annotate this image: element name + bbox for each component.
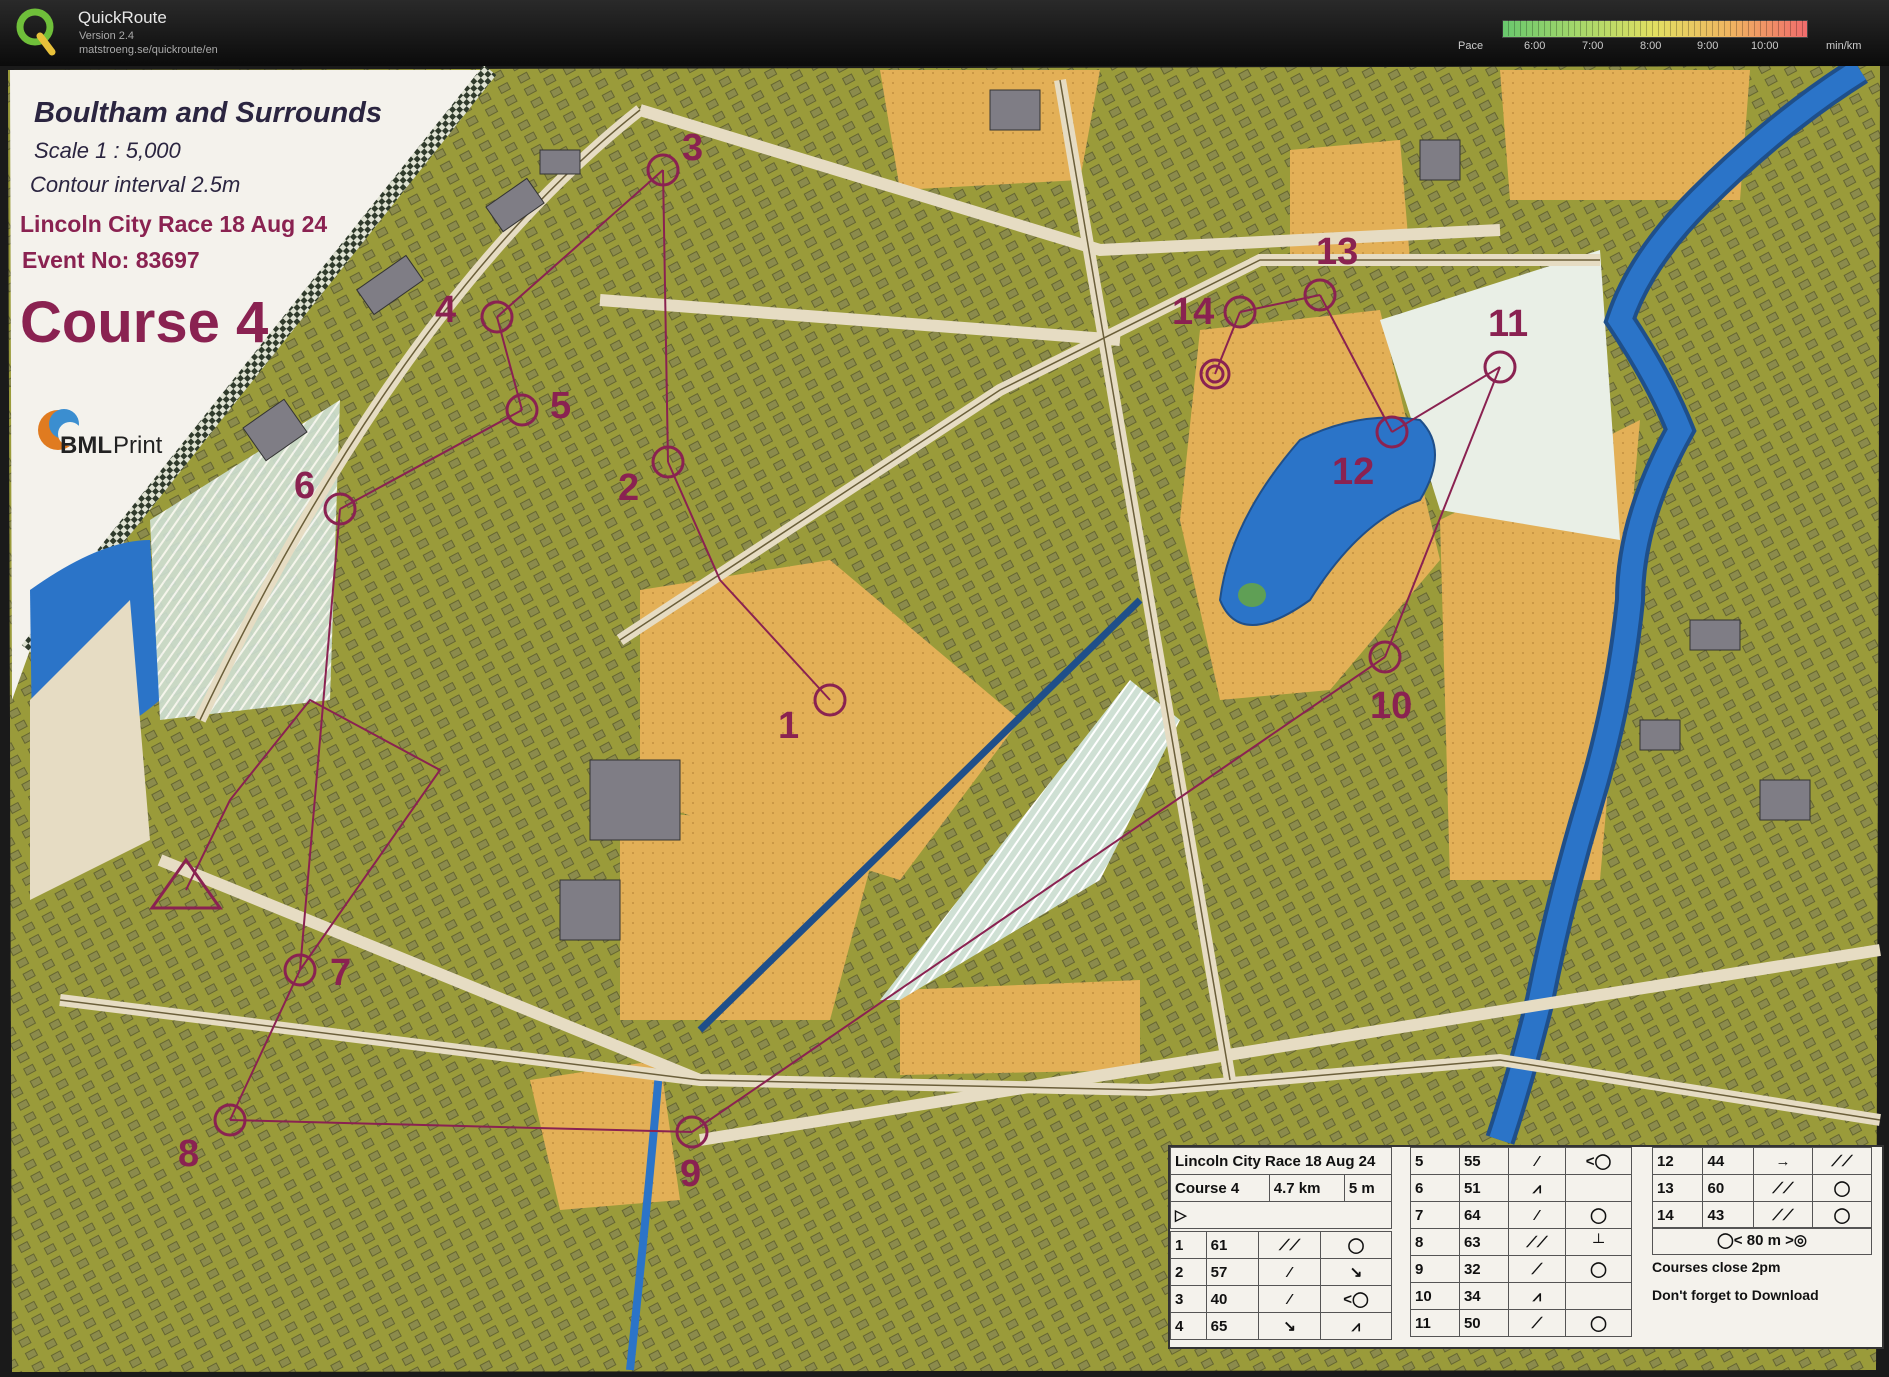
- description-row: 10 34 ⩘: [1410, 1282, 1632, 1310]
- lake-island: [1238, 583, 1266, 607]
- quickroute-logo-icon: [16, 8, 56, 56]
- title-bar: QuickRoute Version 2.4 matstroeng.se/qui…: [0, 0, 1889, 66]
- control-number-10: 10: [1370, 685, 1412, 727]
- control-number-13: 13: [1316, 231, 1358, 273]
- pace-tick-label: 9:00: [1697, 40, 1719, 52]
- finish-start-icon: ◯<: [1717, 1232, 1743, 1249]
- control-number-9: 9: [680, 1153, 701, 1195]
- app-version: Version 2.4: [79, 30, 135, 42]
- map-contour-interval: Contour interval 2.5m: [30, 172, 240, 197]
- description-row: 12 44 → ⟋⟋: [1651, 1147, 1873, 1175]
- description-row: 9 32 ⟋ ◯: [1410, 1255, 1632, 1283]
- description-row: 3 40 ⁄ <◯: [1170, 1285, 1392, 1313]
- map-title: Boultham and Surrounds: [34, 97, 382, 129]
- description-header-length: 4.7 km: [1268, 1174, 1345, 1202]
- pace-label: Pace: [1458, 40, 1484, 52]
- description-row: 4 65 ↘ ⩘: [1170, 1312, 1392, 1340]
- description-row: 13 60 ⟋⟋ ◯: [1651, 1174, 1873, 1202]
- control-number-6: 6: [294, 465, 315, 507]
- description-row: 1 61 ⟋⟋ ◯: [1170, 1231, 1392, 1259]
- pace-tick-label: 7:00: [1582, 40, 1604, 52]
- description-header-course: Course 4: [1170, 1174, 1270, 1202]
- note-courses-close: Courses close 2pm: [1652, 1259, 1781, 1275]
- control-number-1: 1: [778, 705, 799, 747]
- control-description-sheet: Lincoln City Race 18 Aug 24 Course 4 4.7…: [1168, 1145, 1884, 1349]
- control-number-11: 11: [1488, 303, 1528, 345]
- pace-scale-ticks: [1502, 20, 1806, 36]
- description-header-climb: 5 m: [1343, 1174, 1393, 1202]
- map-scale: Scale 1 : 5,000: [34, 138, 182, 163]
- description-row: 14 43 ⟋⟋ ◯: [1651, 1201, 1873, 1229]
- note-download: Don't forget to Download: [1652, 1287, 1819, 1303]
- description-row: 2 57 ⁄ ↘: [1170, 1258, 1392, 1286]
- description-rows-left: 1 61 ⟋⟋ ◯ 2 57 ⁄ ↘ 3 40 ⁄ <◯ 4 65 ↘ ⩘: [1170, 1231, 1392, 1340]
- app-url[interactable]: matstroeng.se/quickroute/en: [79, 44, 218, 56]
- course-name: Course 4: [20, 290, 268, 355]
- description-row: 8 63 ⟋⟋ ┴: [1410, 1228, 1632, 1256]
- pace-unit: min/km: [1826, 40, 1862, 52]
- description-header-title: Lincoln City Race 18 Aug 24: [1170, 1147, 1392, 1175]
- control-number-5: 5: [550, 385, 571, 427]
- pace-tick-label: 6:00: [1524, 40, 1546, 52]
- description-rows-mid: 5 55 ⁄ <◯ 6 51 ⩘ 7 64 ⁄ ◯ 8 63 ⟋⟋ ┴ 9 32 ⟋ ◯ 10 34 ⩘ 11 5…: [1410, 1147, 1632, 1337]
- control-number-8: 8: [178, 1133, 199, 1175]
- control-number-7: 7: [330, 952, 351, 994]
- description-row: 6 51 ⩘: [1410, 1174, 1632, 1202]
- description-row: 11 50 ⟋ ◯: [1410, 1309, 1632, 1337]
- description-table-left: Lincoln City Race 18 Aug 24 Course 4 4.7…: [1170, 1147, 1393, 1229]
- event-number: Event No: 83697: [22, 247, 200, 273]
- sports-field: [900, 980, 1140, 1075]
- sponsor-name-bml: BML: [60, 432, 112, 459]
- start-symbol-icon: ▷: [1170, 1201, 1392, 1229]
- app-name: QuickRoute: [78, 8, 167, 27]
- description-row: 7 64 ⁄ ◯: [1410, 1201, 1632, 1229]
- race-name: Lincoln City Race 18 Aug 24: [20, 211, 327, 237]
- finish-end-icon: >◎: [1785, 1232, 1807, 1249]
- sponsor-name-print: Print: [113, 432, 163, 459]
- description-rows-right: 12 44 → ⟋⟋ 13 60 ⟋⟋ ◯ 14 43 ⟋⟋ ◯: [1651, 1147, 1873, 1229]
- finish-distance-value: 80 m: [1746, 1232, 1781, 1249]
- pace-tick-label: 10:00: [1751, 40, 1779, 52]
- finish-distance: ◯< 80 m >◎: [1652, 1227, 1872, 1255]
- control-number-12: 12: [1332, 451, 1374, 493]
- control-number-3: 3: [682, 127, 703, 169]
- pace-tick-label: 8:00: [1640, 40, 1662, 52]
- control-number-4: 4: [435, 289, 456, 331]
- control-number-14: 14: [1172, 291, 1214, 333]
- control-number-2: 2: [618, 467, 639, 509]
- description-row: 5 55 ⁄ <◯: [1410, 1147, 1632, 1175]
